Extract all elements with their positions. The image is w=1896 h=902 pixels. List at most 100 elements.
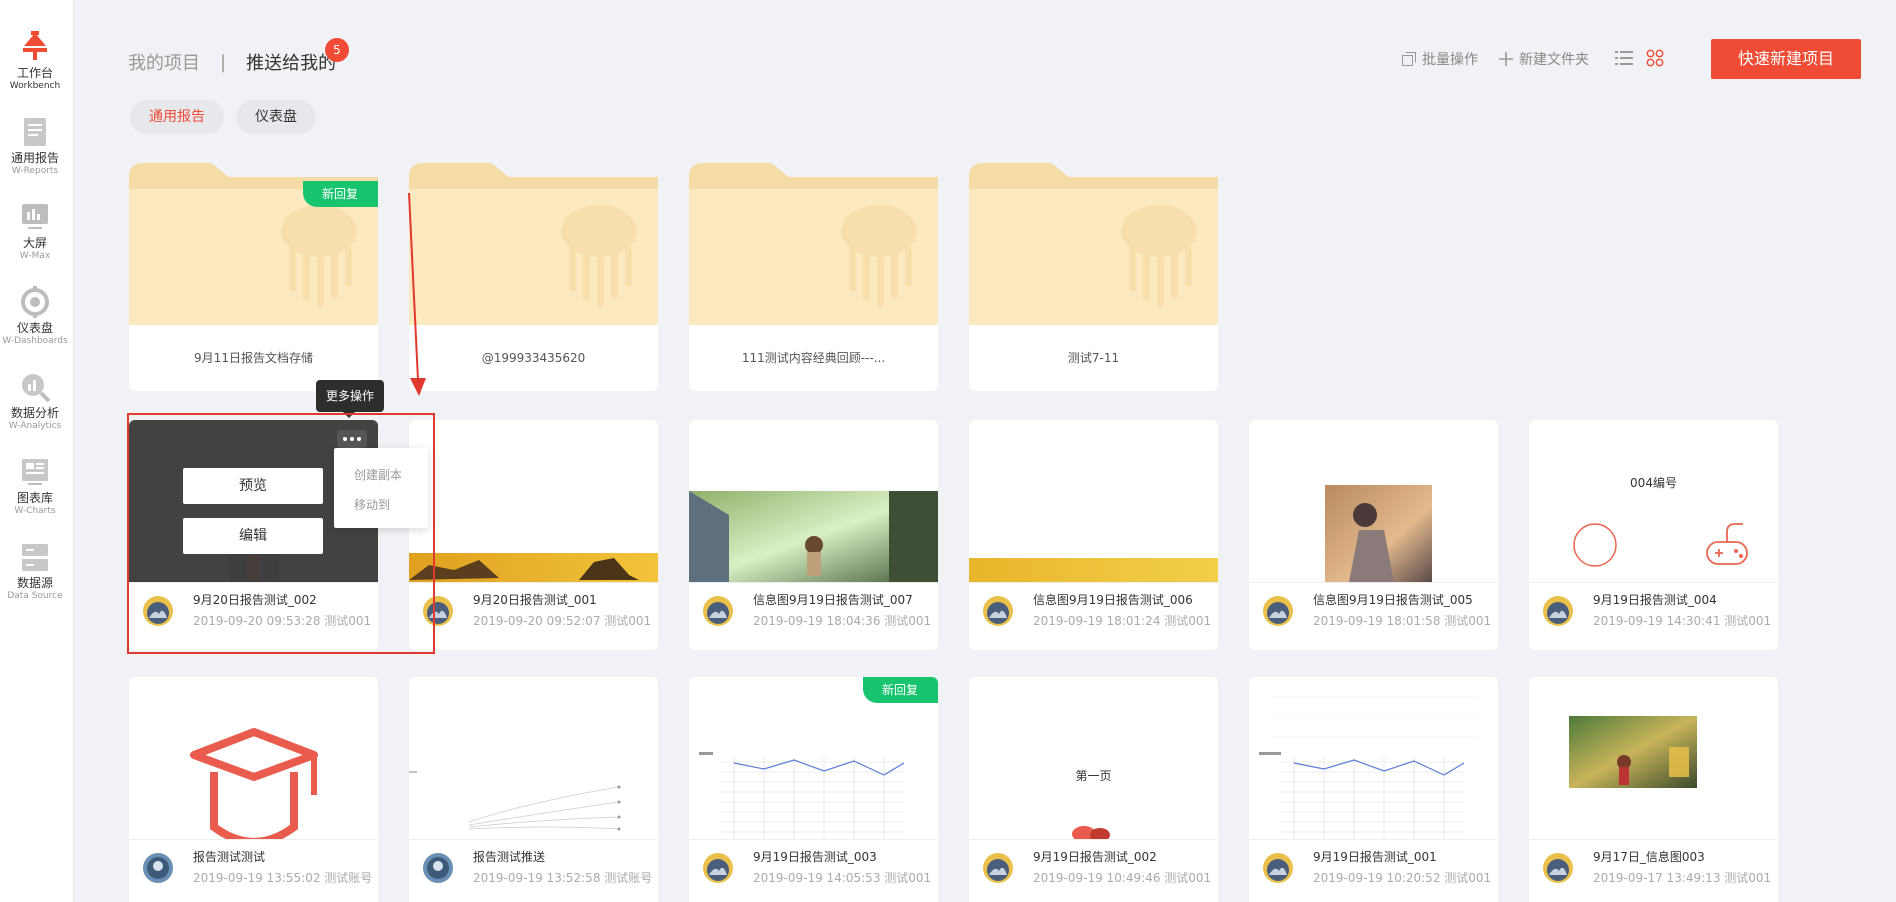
- new-folder-label: 新建文件夹: [1519, 52, 1589, 68]
- card-subtitle: 2019-09-19 18:01:24 测试001: [1033, 614, 1212, 628]
- report-thumbnail: [969, 420, 1218, 582]
- new-reply-ribbon: 新回复: [303, 181, 378, 207]
- report-card[interactable]: 信息图9月19日报告测试_006 2019-09-19 18:01:24 测试0…: [969, 420, 1218, 650]
- card-title: 信息图9月19日报告测试_007: [753, 593, 913, 607]
- filter-dashboards[interactable]: 仪表盘: [236, 100, 316, 134]
- card-meta: 9月19日报告测试_001 2019-09-19 10:20:52 测试001: [1249, 839, 1498, 902]
- batch-operation-button[interactable]: 批量操作: [1401, 49, 1478, 69]
- workbench-icon: [23, 31, 47, 60]
- report-icon: [24, 118, 46, 146]
- report-card[interactable]: 9月20日报告测试_001 2019-09-20 09:52:07 测试001: [409, 420, 658, 650]
- folder-name: 111测试内容经典回顾---...: [689, 325, 938, 391]
- report-card[interactable]: 信息图9月19日报告测试_007 2019-09-19 18:04:36 测试0…: [689, 420, 938, 650]
- sidebar-item-datasource[interactable]: 数据源 Data Source: [0, 540, 70, 602]
- sidebar-item-sublabel: Workbench: [9, 81, 61, 91]
- folder-icon: [409, 163, 658, 325]
- grid-view-icon: [1646, 49, 1664, 67]
- sidebar-item-label: 数据源: [16, 576, 53, 590]
- card-meta: 信息图9月19日报告测试_005 2019-09-19 18:01:58 测试0…: [1249, 582, 1498, 650]
- card-meta: 报告测试推送 2019-09-19 13:52:58 测试账号: [409, 839, 658, 902]
- avatar: [423, 853, 453, 883]
- annotation-highlight-box: [127, 413, 435, 654]
- filter-reports[interactable]: 通用报告: [130, 100, 224, 134]
- new-folder-button[interactable]: 新建文件夹: [1498, 49, 1589, 69]
- avatar: [1543, 596, 1573, 626]
- card-meta: 信息图9月19日报告测试_007 2019-09-19 18:04:36 测试0…: [689, 582, 938, 650]
- card-meta: 报告测试测试 2019-09-19 13:55:02 测试账号: [129, 839, 378, 902]
- card-subtitle: 2019-09-19 13:55:02 测试账号: [193, 871, 373, 885]
- card-subtitle: 2019-09-19 10:49:46 测试001: [1033, 871, 1212, 885]
- quick-create-project-button[interactable]: 快速新建项目: [1711, 39, 1861, 79]
- batch-icon: [1402, 52, 1416, 66]
- report-card[interactable]: 9月17日_信息图003 2019-09-17 13:49:13 测试001: [1529, 677, 1778, 902]
- folder-card[interactable]: 111测试内容经典回顾---...: [689, 163, 938, 391]
- sidebar-item-charts[interactable]: 图表库 W-Charts: [0, 455, 70, 517]
- gauge-icon: [21, 286, 49, 318]
- folder-card[interactable]: 测试7-11: [969, 163, 1218, 391]
- thumbnail-image: [1569, 716, 1697, 788]
- thumbnail-image: [1325, 485, 1432, 582]
- sidebar-item-workbench[interactable]: 工作台 Workbench: [0, 30, 70, 92]
- screen-icon: [22, 204, 48, 229]
- more-actions-tooltip: 更多操作: [316, 380, 384, 418]
- report-card[interactable]: 9月19日报告测试_001 2019-09-19 10:20:52 测试001: [1249, 677, 1498, 902]
- card-meta: 9月19日报告测试_004 2019-09-19 14:30:41 测试001: [1529, 582, 1778, 650]
- report-thumbnail: [1529, 677, 1778, 839]
- card-subtitle: 2019-09-19 13:52:58 测试账号: [473, 871, 653, 885]
- thumbnail-image: [1072, 826, 1110, 839]
- card-meta: 9月19日报告测试_003 2019-09-19 14:05:53 测试001: [689, 839, 938, 902]
- card-subtitle: 2019-09-19 10:20:52 测试001: [1313, 871, 1492, 885]
- project-tabs: 我的项目 | 推送给我的 5: [128, 38, 349, 76]
- card-subtitle: 2019-09-19 14:30:41 测试001: [1593, 614, 1772, 628]
- report-card[interactable]: 004编号 9月19日报告测试_004 2019-09-19 14:30:41 …: [1529, 420, 1778, 650]
- report-thumbnail: [129, 677, 378, 839]
- sidebar-item-analytics[interactable]: 数据分析 W-Analytics: [0, 370, 70, 432]
- tab-pushed-to-me[interactable]: 推送给我的: [246, 49, 336, 75]
- sidebar-item-sublabel: W-Charts: [14, 506, 56, 516]
- report-card[interactable]: 报告测试测试 2019-09-19 13:55:02 测试账号: [129, 677, 378, 902]
- card-subtitle: 2019-09-19 14:05:53 测试001: [753, 871, 932, 885]
- card-title: 9月17日_信息图003: [1593, 850, 1705, 864]
- tab-my-projects[interactable]: 我的项目: [128, 49, 200, 75]
- filter-chips: 通用报告 仪表盘: [130, 100, 328, 134]
- avatar: [143, 853, 173, 883]
- sidebar-item-reports[interactable]: 通用报告 W-Reports: [0, 115, 70, 177]
- report-card[interactable]: 报告测试推送 2019-09-19 13:52:58 测试账号: [409, 677, 658, 902]
- card-meta: 信息图9月19日报告测试_006 2019-09-19 18:01:24 测试0…: [969, 582, 1218, 650]
- sidebar-item-screen[interactable]: 大屏 W-Max: [0, 200, 70, 262]
- card-title: 9月19日报告测试_003: [753, 850, 877, 864]
- report-card[interactable]: 新回复 9月19日报告测试_003 2019-09-19 14:05:53 测试…: [689, 677, 938, 902]
- folder-name: @199933435620: [409, 325, 658, 391]
- report-thumbnail: [1249, 677, 1498, 839]
- card-title: 信息图9月19日报告测试_005: [1313, 593, 1473, 607]
- report-card[interactable]: 信息图9月19日报告测试_005 2019-09-19 18:01:58 测试0…: [1249, 420, 1498, 650]
- folder-icon: [689, 163, 938, 325]
- avatar: [703, 596, 733, 626]
- notification-badge: 5: [325, 38, 349, 62]
- analytics-icon: [22, 374, 51, 403]
- card-meta: 9月19日报告测试_002 2019-09-19 10:49:46 测试001: [969, 839, 1218, 902]
- card-subtitle: 2019-09-19 18:04:36 测试001: [753, 614, 932, 628]
- thumbnail-image: [409, 553, 658, 582]
- folder-icon: [969, 163, 1218, 325]
- list-view-toggle[interactable]: [1615, 50, 1638, 66]
- report-thumbnail: [409, 420, 658, 582]
- sidebar-item-dashboards[interactable]: 仪表盘 W-Dashboards: [0, 285, 70, 347]
- report-thumbnail: [1249, 420, 1498, 582]
- card-title: 9月19日报告测试_004: [1593, 593, 1717, 607]
- sidebar-item-sublabel: W-Max: [19, 251, 51, 261]
- card-title: 报告测试推送: [473, 850, 546, 864]
- card-meta: 9月17日_信息图003 2019-09-17 13:49:13 测试001: [1529, 839, 1778, 902]
- report-card[interactable]: 第一页 9月19日报告测试_002 2019-09-19 10:49:46 测试…: [969, 677, 1218, 902]
- sidebar-item-label: 图表库: [16, 491, 53, 505]
- sidebar-item-sublabel: Data Source: [7, 591, 63, 601]
- list-view-icon: [1615, 51, 1633, 65]
- grid-view-toggle[interactable]: [1646, 49, 1669, 67]
- mortarboard-icon: [190, 728, 318, 839]
- sidebar-item-label: 数据分析: [10, 406, 59, 420]
- folder-card[interactable]: 新回复 9月11日报告文档存储: [129, 163, 378, 391]
- sidebar-item-label: 大屏: [22, 236, 47, 250]
- avatar: [1263, 596, 1293, 626]
- folder-card[interactable]: @199933435620: [409, 163, 658, 391]
- card-title: 9月19日报告测试_001: [1313, 850, 1437, 864]
